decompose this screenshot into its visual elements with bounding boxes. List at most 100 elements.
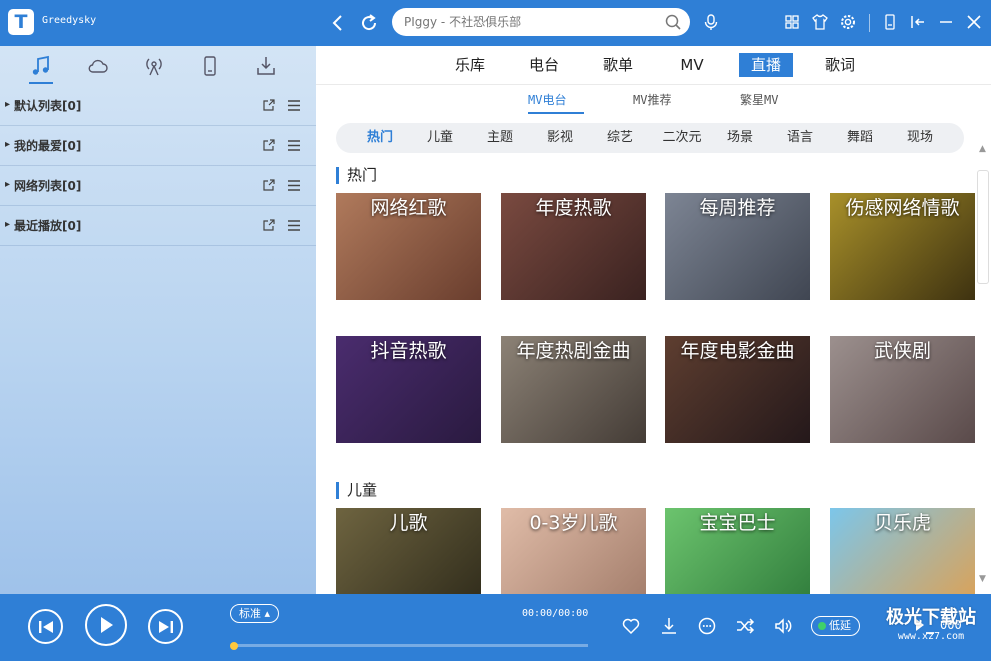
category-live-show[interactable]: 现场 xyxy=(898,128,942,148)
watermark-title: 极光下载站 xyxy=(886,607,976,628)
category-scene[interactable]: 场景 xyxy=(718,128,762,148)
download-icon[interactable] xyxy=(659,616,679,636)
category-theme[interactable]: 主题 xyxy=(478,128,522,148)
category-bar: 热门 儿童 主题 影视 综艺 二次元 场景 语言 舞蹈 现场 xyxy=(336,123,964,153)
tab-live[interactable]: 直播 xyxy=(739,53,793,77)
mv-card[interactable]: 0-3岁儿歌 xyxy=(501,508,646,594)
comment-icon[interactable] xyxy=(697,616,717,636)
expand-arrow-icon[interactable]: ▸ xyxy=(5,139,10,150)
menu-icon[interactable] xyxy=(287,139,301,152)
mv-card[interactable]: 网络红歌 xyxy=(336,193,481,300)
subtab-star-mv[interactable]: 繁星MV xyxy=(740,90,778,110)
mini-mode-icon[interactable] xyxy=(881,13,899,31)
export-icon[interactable] xyxy=(262,219,275,232)
expand-arrow-icon[interactable]: ▸ xyxy=(5,99,10,110)
heart-icon[interactable] xyxy=(621,616,641,636)
tab-radio[interactable]: 电台 xyxy=(521,53,567,77)
mv-card[interactable]: 武侠剧 xyxy=(830,336,975,443)
music-player-window: T Greedysky ▸ xyxy=(0,0,991,661)
export-icon[interactable] xyxy=(262,139,275,152)
low-latency-toggle[interactable]: 低延 xyxy=(811,616,860,636)
mv-card[interactable]: 年度热歌 xyxy=(501,193,646,300)
subtab-mv-recommend[interactable]: MV推荐 xyxy=(633,90,671,110)
player-bar: 标准 ▴ 00:00/00:00 低延 000 极光下载站 www.xz7.co… xyxy=(0,594,991,661)
shuffle-icon[interactable] xyxy=(735,616,755,636)
volume-icon[interactable] xyxy=(773,616,793,636)
menu-icon[interactable] xyxy=(287,219,301,232)
playlist-item[interactable]: ▸ 默认列表[0] xyxy=(0,86,316,126)
category-kids[interactable]: 儿童 xyxy=(418,128,462,148)
export-icon[interactable] xyxy=(262,99,275,112)
category-variety[interactable]: 综艺 xyxy=(598,128,642,148)
category-dance[interactable]: 舞蹈 xyxy=(838,128,882,148)
minimize-icon[interactable] xyxy=(937,13,955,31)
app-name: Greedysky xyxy=(42,15,97,26)
tab-mv[interactable]: MV xyxy=(669,53,715,77)
category-language[interactable]: 语言 xyxy=(778,128,822,148)
mobile-device-icon[interactable] xyxy=(198,54,222,78)
cloud-icon[interactable] xyxy=(86,54,110,78)
scroll-down-icon[interactable]: ▼ xyxy=(974,572,991,586)
playlist-name: 网络列表[0] xyxy=(14,179,82,193)
category-anime[interactable]: 二次元 xyxy=(654,128,710,148)
low-latency-label: 低延 xyxy=(829,619,851,632)
scroll-thumb[interactable] xyxy=(977,170,989,284)
card-title: 年度热歌 xyxy=(535,197,612,219)
download-tray-icon[interactable] xyxy=(254,54,278,78)
card-title: 贝乐虎 xyxy=(873,512,931,534)
tab-song-lists[interactable]: 歌单 xyxy=(595,53,641,77)
mv-card[interactable]: 年度电影金曲 xyxy=(665,336,810,443)
mv-card[interactable]: 每周推荐 xyxy=(665,193,810,300)
status-dot xyxy=(818,622,826,630)
expand-arrow-icon[interactable]: ▸ xyxy=(5,179,10,190)
previous-button[interactable] xyxy=(28,609,63,644)
mv-card[interactable]: 伤感网络情歌 xyxy=(830,193,975,300)
next-button[interactable] xyxy=(148,609,183,644)
dock-icon[interactable] xyxy=(909,13,927,31)
progress-knob[interactable] xyxy=(230,642,238,650)
play-button[interactable] xyxy=(85,604,127,646)
mv-card[interactable]: 年度热剧金曲 xyxy=(501,336,646,443)
expand-arrow-icon[interactable]: ▸ xyxy=(5,219,10,230)
card-title: 每周推荐 xyxy=(699,197,776,219)
search-box[interactable] xyxy=(392,8,690,36)
card-title: 武侠剧 xyxy=(873,340,931,362)
refresh-icon[interactable] xyxy=(358,12,380,34)
scroll-up-icon[interactable]: ▲ xyxy=(974,142,991,156)
playlist-name: 我的最爱[0] xyxy=(14,139,82,153)
grid-apps-icon[interactable] xyxy=(783,13,801,31)
menu-icon[interactable] xyxy=(287,99,301,112)
music-note-icon[interactable] xyxy=(29,54,53,78)
subtab-mv-radio[interactable]: MV电台 xyxy=(528,90,566,110)
tab-music-library[interactable]: 乐库 xyxy=(447,53,493,77)
radio-antenna-icon[interactable] xyxy=(142,54,166,78)
back-icon[interactable] xyxy=(327,12,349,34)
mv-card[interactable]: 抖音热歌 xyxy=(336,336,481,443)
settings-gear-icon[interactable] xyxy=(839,13,857,31)
watermark-url: www.xz7.com xyxy=(897,631,965,642)
playlist-item[interactable]: ▸ 网络列表[0] xyxy=(0,166,316,206)
menu-icon[interactable] xyxy=(287,179,301,192)
playlist-item[interactable]: ▸ 我的最爱[0] xyxy=(0,126,316,166)
subtab-indicator xyxy=(528,112,584,114)
vertical-scrollbar[interactable]: ▲ ▼ xyxy=(974,142,991,586)
skin-shirt-icon[interactable] xyxy=(811,13,829,31)
voice-search-icon[interactable] xyxy=(702,13,720,31)
export-icon[interactable] xyxy=(262,179,275,192)
card-title: 儿歌 xyxy=(389,512,428,534)
mv-card[interactable]: 儿歌 xyxy=(336,508,481,594)
search-icon[interactable] xyxy=(664,13,682,31)
mv-card[interactable]: 宝宝巴士 xyxy=(665,508,810,594)
progress-bar[interactable] xyxy=(232,644,588,647)
category-hot[interactable]: 热门 xyxy=(358,128,402,148)
category-film-tv[interactable]: 影视 xyxy=(538,128,582,148)
close-icon[interactable] xyxy=(965,13,983,31)
quality-selector[interactable]: 标准 ▴ xyxy=(230,604,279,623)
mv-card[interactable]: 贝乐虎 xyxy=(830,508,975,594)
tab-divider xyxy=(316,84,991,85)
search-input[interactable] xyxy=(392,8,656,36)
sidebar-tab-indicator xyxy=(29,82,53,84)
playlist-item[interactable]: ▸ 最近播放[0] xyxy=(0,206,316,246)
tab-lyrics[interactable]: 歌词 xyxy=(817,53,863,77)
card-title: 宝宝巴士 xyxy=(699,512,776,534)
